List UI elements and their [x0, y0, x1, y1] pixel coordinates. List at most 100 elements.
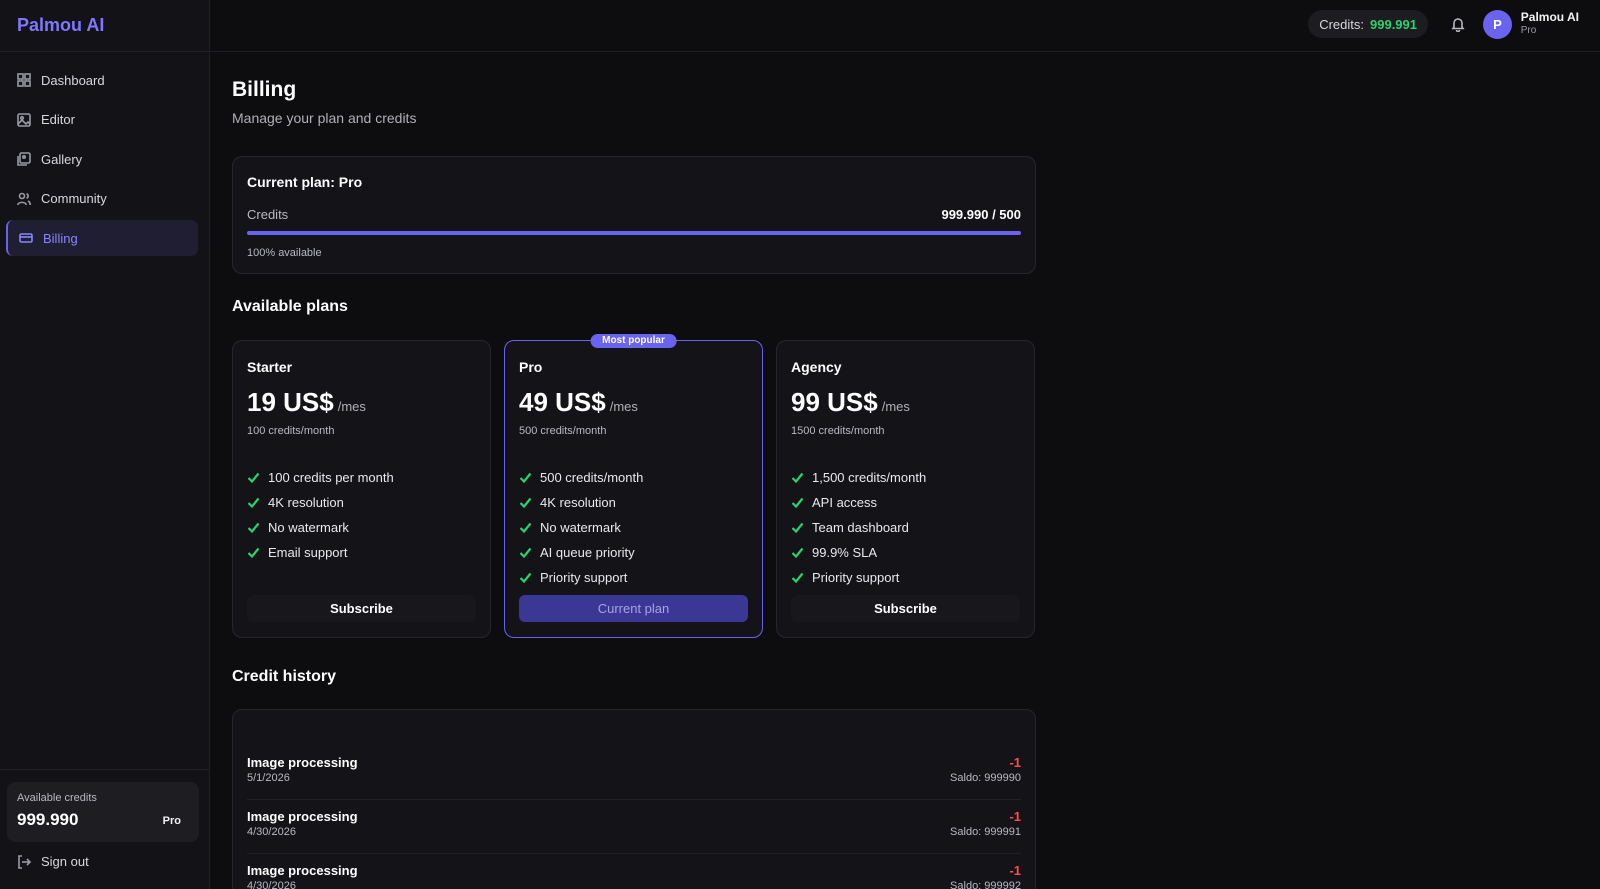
- grid-icon: [17, 73, 31, 87]
- credits-label: Credits:: [1319, 16, 1364, 32]
- feature-item: 99.9% SLA: [791, 540, 926, 565]
- feature-item: Priority support: [519, 565, 643, 590]
- sidebar-item-label: Community: [41, 191, 107, 206]
- check-icon: [791, 522, 804, 534]
- plan-tier-badge: Pro: [162, 815, 181, 827]
- sidebar-item-gallery[interactable]: Gallery: [6, 141, 198, 177]
- sign-out-button[interactable]: Sign out: [17, 854, 89, 869]
- most-popular-badge: Most popular: [590, 334, 677, 348]
- user-menu[interactable]: Palmou AI Pro: [1521, 10, 1579, 36]
- history-date: 4/30/2026: [247, 826, 296, 838]
- current-plan-card: Current plan: Pro Credits 999.990 / 500 …: [232, 156, 1036, 274]
- plan-credits: 1500 credits/month: [791, 425, 885, 437]
- plan-credits: 500 credits/month: [519, 425, 607, 437]
- credits-usage: 999.990 / 500: [941, 207, 1021, 222]
- credits-pill: Credits: 999.991: [1308, 10, 1428, 38]
- subscribe-starter-button[interactable]: Subscribe: [247, 595, 476, 622]
- check-icon: [519, 472, 532, 484]
- credit-history-card: Image processing 5/1/2026 -1 Saldo: 9999…: [232, 709, 1036, 889]
- feature-item: 500 credits/month: [519, 465, 643, 490]
- images-icon: [17, 152, 31, 166]
- check-icon: [791, 472, 804, 484]
- sidebar-item-dashboard[interactable]: Dashboard: [6, 62, 198, 98]
- history-date: 4/30/2026: [247, 880, 296, 889]
- sidebar-item-billing[interactable]: Billing: [6, 220, 198, 256]
- plan-period: /mes: [609, 399, 638, 414]
- feature-label: No watermark: [540, 520, 621, 535]
- plan-features: 100 credits per month 4K resolution No w…: [247, 465, 394, 565]
- check-icon: [247, 472, 260, 484]
- check-icon: [247, 497, 260, 509]
- plan-card-starter: Starter 19 US$/mes 100 credits/month 100…: [232, 340, 491, 638]
- sidebar-item-community[interactable]: Community: [6, 181, 198, 217]
- feature-item: Priority support: [791, 565, 926, 590]
- feature-item: API access: [791, 490, 926, 515]
- feature-item: 100 credits per month: [247, 465, 394, 490]
- sidebar: Palmou AI Dashboard Editor Gallery Commu…: [0, 0, 210, 889]
- notifications-button[interactable]: [1450, 16, 1466, 33]
- feature-label: No watermark: [268, 520, 349, 535]
- feature-item: Email support: [247, 540, 394, 565]
- page-title: Billing: [232, 78, 297, 101]
- credits-available-text: 100% available: [247, 247, 322, 259]
- history-row: Image processing 4/30/2026 -1 Saldo: 999…: [247, 800, 1021, 854]
- plan-features: 500 credits/month 4K resolution No water…: [519, 465, 643, 590]
- plan-price: 99 US$/mes: [791, 387, 910, 418]
- sidebar-item-editor[interactable]: Editor: [6, 102, 198, 138]
- feature-item: Team dashboard: [791, 515, 926, 540]
- user-name: Palmou AI: [1520, 10, 1579, 24]
- history-title: Image processing: [247, 863, 358, 878]
- feature-label: Email support: [268, 545, 348, 560]
- subscribe-agency-button[interactable]: Subscribe: [791, 595, 1020, 622]
- check-icon: [519, 522, 532, 534]
- feature-label: Priority support: [812, 570, 900, 585]
- sidebar-item-label: Dashboard: [41, 72, 105, 88]
- user-plan: Pro: [1520, 25, 1537, 36]
- feature-label: 100 credits per month: [268, 470, 394, 485]
- credits-progress-bar: [247, 231, 1021, 235]
- plan-card-agency: Agency 99 US$/mes 1500 credits/month 1,5…: [776, 340, 1035, 638]
- check-icon: [519, 547, 532, 559]
- feature-item: 4K resolution: [247, 490, 394, 515]
- history-amount: -1: [1009, 809, 1021, 824]
- check-icon: [247, 547, 260, 559]
- avatar[interactable]: P: [1483, 10, 1512, 39]
- plan-features: 1,500 credits/month API access Team dash…: [791, 465, 926, 590]
- feature-label: 4K resolution: [268, 495, 344, 510]
- available-plans-title: Available plans: [232, 298, 348, 315]
- bell-icon: [1451, 18, 1465, 33]
- check-icon: [791, 572, 804, 584]
- credits-value: 999.991: [1370, 16, 1417, 32]
- history-amount: -1: [1009, 863, 1021, 878]
- plan-price-amount: 49 US$: [519, 387, 606, 417]
- sidebar-item-label: Editor: [41, 112, 75, 127]
- current-plan-button[interactable]: Current plan: [519, 595, 748, 622]
- credit-history-title: Credit history: [232, 668, 337, 685]
- plan-name: Starter: [247, 359, 293, 375]
- card-icon: [19, 233, 33, 243]
- history-row: Image processing 4/30/2026 -1 Saldo: 999…: [247, 854, 1021, 889]
- available-credits-box: Available credits 999.990 Pro: [7, 782, 199, 842]
- credits-label: Credits: [247, 207, 289, 222]
- check-icon: [247, 522, 260, 534]
- plan-card-pro: Most popular Pro 49 US$/mes 500 credits/…: [504, 334, 763, 638]
- feature-item: No watermark: [247, 515, 394, 540]
- plan-name: Agency: [791, 359, 842, 375]
- history-amount: -1: [1009, 755, 1021, 770]
- logout-icon: [18, 854, 31, 869]
- current-plan-title: Current plan: Pro: [247, 174, 363, 190]
- feature-label: Priority support: [540, 570, 628, 585]
- feature-item: AI queue priority: [519, 540, 643, 565]
- feature-label: 1,500 credits/month: [812, 470, 927, 485]
- brand-logo[interactable]: Palmou AI: [0, 0, 209, 52]
- feature-item: 1,500 credits/month: [791, 465, 926, 490]
- check-icon: [519, 572, 532, 584]
- top-bar: Credits: 999.991 P Palmou AI Pro: [210, 0, 1600, 52]
- credits-progress-fill: [247, 231, 1021, 235]
- page-subtitle: Manage your plan and credits: [232, 110, 417, 126]
- plan-price: 49 US$/mes: [519, 387, 638, 418]
- sidebar-item-label: Billing: [43, 230, 78, 246]
- feature-label: Team dashboard: [812, 520, 909, 535]
- plan-period: /mes: [881, 399, 910, 414]
- sidebar-footer: Available credits 999.990 Pro Sign out: [0, 769, 209, 889]
